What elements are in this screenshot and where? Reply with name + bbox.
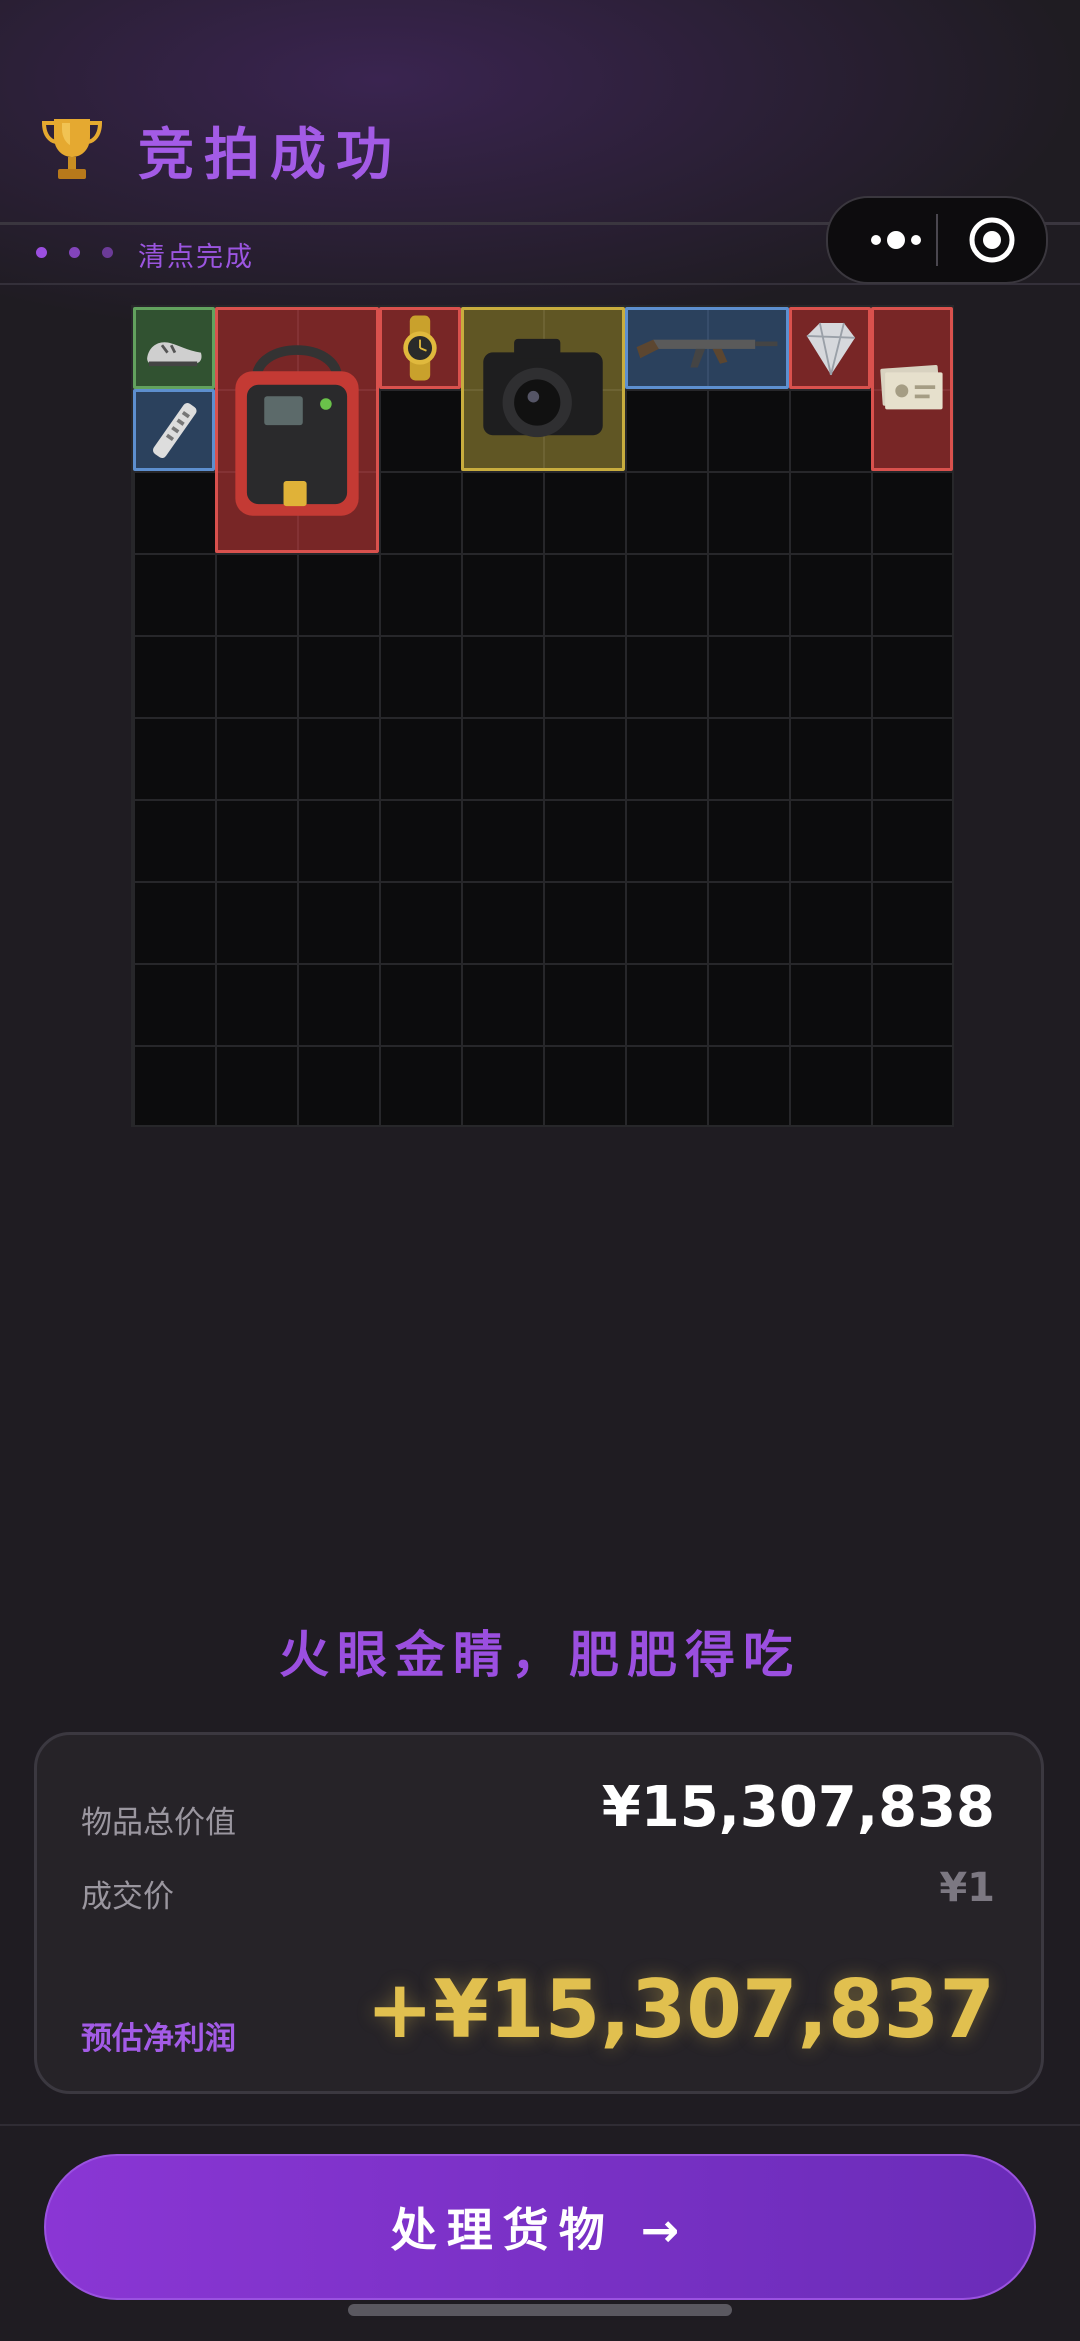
footer-divider — [0, 2124, 1080, 2126]
status-text: 清点完成 — [138, 242, 254, 273]
deal-price-label: 成交价 — [81, 1879, 174, 1915]
process-goods-button[interactable]: 处理货物 → — [44, 2154, 1036, 2300]
summary-card: 物品总价值 ¥15,307,838 成交价 ¥1 预估净利润 +¥15,307,… — [34, 1732, 1044, 2094]
red-item-defibrillator[interactable] — [215, 307, 379, 553]
deal-price-amount: ¥1 — [939, 1865, 995, 1911]
defibrillator-icon — [235, 345, 359, 516]
net-profit-amount: +¥15,307,837 — [366, 1963, 995, 2056]
blue-item-rifle[interactable] — [625, 307, 789, 389]
trophy-icon — [41, 119, 103, 179]
gold-item-camera[interactable] — [461, 307, 625, 471]
mini-program-capsule — [826, 196, 1048, 284]
inventory-grid — [131, 305, 954, 1127]
page-title: 竞拍成功 — [138, 123, 402, 188]
header: 竞拍成功 — [0, 0, 1080, 225]
watch-icon — [403, 315, 437, 381]
diamond-icon — [806, 322, 856, 376]
camera-icon — [483, 338, 603, 438]
capsule-divider — [936, 214, 938, 266]
dot-icon — [36, 247, 47, 258]
dot-icon — [69, 247, 80, 258]
remote-icon — [152, 403, 197, 459]
red-item-banknotes[interactable] — [871, 307, 953, 471]
blue-item-remote[interactable] — [133, 389, 215, 471]
loading-dots — [36, 247, 113, 258]
red-item-gold-watch[interactable] — [379, 307, 461, 389]
home-indicator — [348, 2304, 732, 2316]
process-goods-label: 处理货物 → — [390, 2203, 690, 2257]
green-item-sneaker[interactable] — [133, 307, 215, 389]
total-value-amount: ¥15,307,838 — [601, 1775, 995, 1840]
record-circle-icon[interactable] — [968, 216, 1016, 264]
net-profit-label: 预估净利润 — [81, 2021, 236, 2057]
banknotes-icon — [880, 364, 943, 410]
slogan-text: 火眼金睛，肥肥得吃 — [279, 1626, 801, 1684]
red-item-diamond[interactable] — [789, 307, 871, 389]
rifle-icon — [636, 339, 778, 368]
dot-icon — [102, 247, 113, 258]
more-dots-icon[interactable] — [858, 218, 934, 262]
sneaker-icon — [147, 342, 202, 367]
total-value-label: 物品总价值 — [81, 1805, 236, 1841]
